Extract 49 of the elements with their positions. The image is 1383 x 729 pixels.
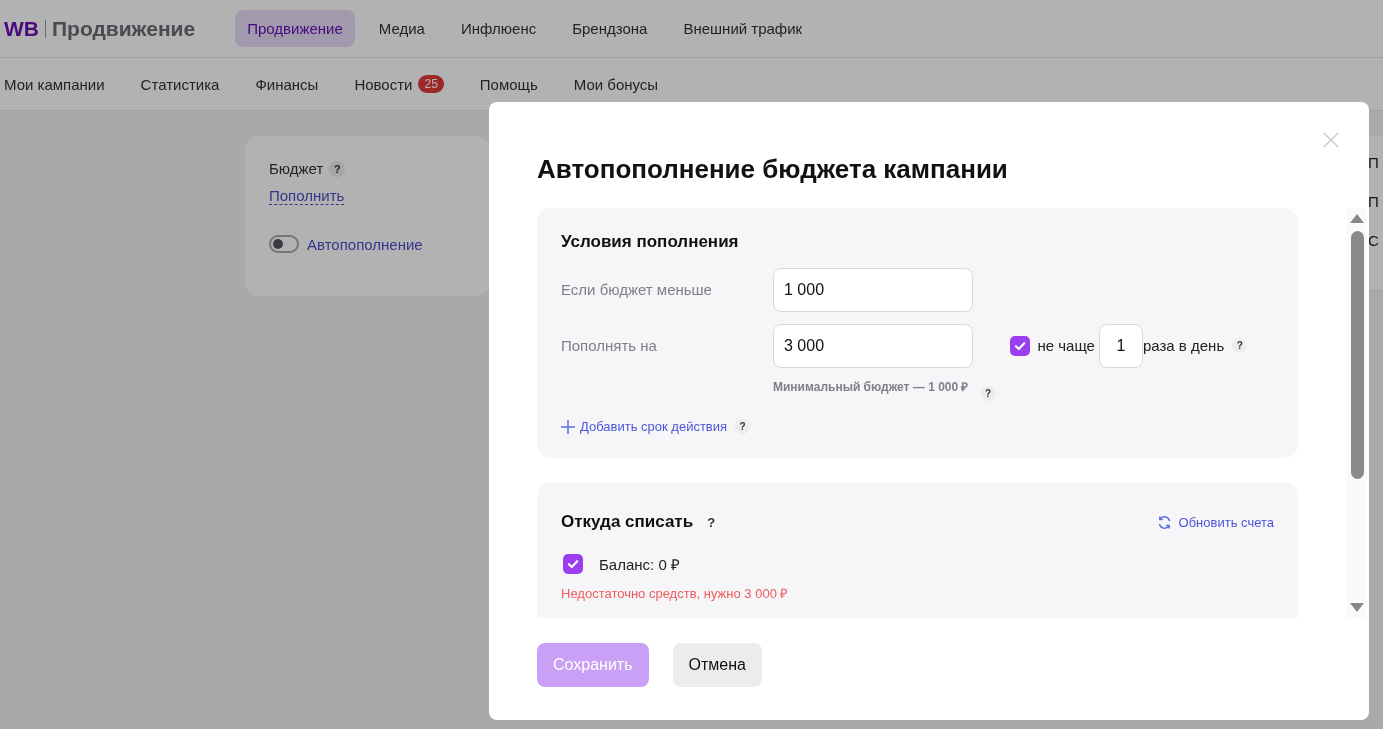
nav-tab[interactable]: Внешний трафик xyxy=(671,10,815,47)
nav-tab[interactable]: Продвижение xyxy=(235,10,355,47)
subnav-link[interactable]: Помощь xyxy=(479,75,538,93)
help-icon[interactable]: ? xyxy=(1232,338,1248,353)
field-label: Если бюджет меньше xyxy=(561,280,713,300)
autorefill-label[interactable]: Автопополнение xyxy=(307,235,423,253)
nav-tab[interactable]: Медиа xyxy=(366,10,437,47)
limit-suffix: раза в день xyxy=(1142,336,1225,356)
count-badge: 25 xyxy=(418,75,444,93)
side-text: П xyxy=(1368,193,1380,211)
section-title: Откуда списать xyxy=(561,512,694,532)
add-period-link[interactable]: Добавить срок действия xyxy=(561,419,728,434)
input-field[interactable]: 3 000 xyxy=(773,324,973,368)
help-icon[interactable]: ? xyxy=(980,386,996,401)
times-field[interactable]: 1 xyxy=(1098,324,1143,368)
top-up-link[interactable]: Пополнить xyxy=(269,187,345,205)
subnav-link[interactable]: Новости xyxy=(354,75,413,93)
product-name: Продвижение xyxy=(52,16,196,41)
subnav-link[interactable]: Мои кампании xyxy=(4,75,105,93)
error-text: Недостаточно средств, нужно 3 000 ₽ xyxy=(561,585,790,602)
nav-tab[interactable]: Брендзона xyxy=(560,10,660,47)
modal-title: Автопополнение бюджета кампании xyxy=(537,153,1009,186)
checkbox[interactable] xyxy=(563,554,583,574)
field-label: Пополнять на xyxy=(561,336,658,356)
logo[interactable]: WB xyxy=(4,16,39,41)
nav-tab[interactable]: Инфлюенс xyxy=(448,10,549,47)
side-text: П xyxy=(1368,154,1380,172)
account-label: Баланс: 0 ₽ xyxy=(599,555,680,574)
subnav-link[interactable]: Мои бонусы xyxy=(573,75,659,93)
help-icon[interactable]: ? xyxy=(329,160,346,177)
help-icon[interactable]: ? xyxy=(735,419,751,434)
plus-icon xyxy=(561,419,575,434)
toggle-switch[interactable] xyxy=(269,235,299,253)
refresh-icon xyxy=(1156,514,1172,530)
section-title: Условия пополнения xyxy=(561,232,740,252)
limit-label: не чаще xyxy=(1037,336,1095,356)
input-field[interactable]: 1 000 xyxy=(773,268,973,312)
subnav-link[interactable]: Финансы xyxy=(255,75,319,93)
hint-text: Минимальный бюджет — 1 000 ₽ xyxy=(773,379,969,395)
scrollbar[interactable] xyxy=(1347,208,1367,618)
side-text: С xyxy=(1368,232,1380,250)
budget-label: Бюджет xyxy=(269,160,324,177)
check-icon xyxy=(1012,339,1027,353)
help-icon[interactable]: ? xyxy=(707,514,716,530)
checkbox[interactable] xyxy=(1009,336,1030,356)
check-icon xyxy=(566,557,580,571)
subnav-link[interactable]: Статистика xyxy=(140,75,220,93)
cancel-button[interactable]: Отмена xyxy=(672,643,762,687)
refresh-link[interactable]: Обновить счета xyxy=(1156,514,1274,530)
